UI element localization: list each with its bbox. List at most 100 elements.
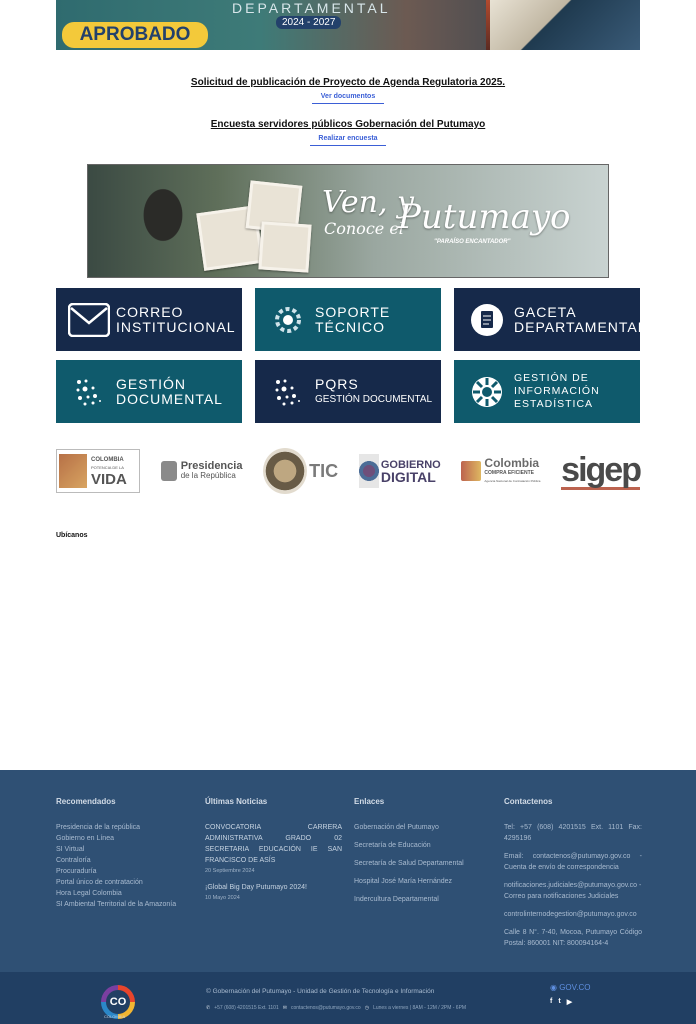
tile-label: SOPORTE <box>315 303 391 320</box>
pqrs-tile[interactable]: PQRS GESTIÓN DOCUMENTAL <box>255 360 441 423</box>
news-link[interactable]: CONVOCATORIA CARRERA ADMINISTRATIVA GRAD… <box>205 822 342 866</box>
footer-heading: Enlaces <box>354 797 385 806</box>
footer-link[interactable]: Secretaría de Salud Departamental <box>354 858 494 869</box>
tile-label: INSTITUCIONAL <box>116 318 236 335</box>
footer-enlaces: Enlaces Gobernación del Putumayo Secreta… <box>354 797 494 912</box>
colombia-compra-eficiente-logo[interactable]: Colombia COMPRA EFICIENTE Agencia Nacion… <box>461 449 540 493</box>
sun-icon <box>466 371 508 413</box>
logo-text: Agencia Nacional de Contratación Pública <box>484 479 541 483</box>
tile-label: INFORMACIÓN <box>514 385 600 397</box>
footer-link[interactable]: Hospital José María Hernández <box>354 876 494 887</box>
footer-heading: Contactenos <box>504 797 553 806</box>
footer-heading: Últimas Noticias <box>205 797 268 806</box>
encuesta-link[interactable]: Encuesta servidores públicos Gobernación… <box>0 119 696 130</box>
soporte-tecnico-tile[interactable]: SOPORTE TÉCNICO <box>255 288 441 351</box>
logo-text: Presidencia <box>180 460 243 472</box>
footer-link[interactable]: Gobierno en Línea <box>56 833 196 844</box>
footer-link[interactable]: SI Ambiental Territorial de la Amazonía <box>56 899 196 910</box>
footer-noticias: Últimas Noticias CONVOCATORIA CARRERA AD… <box>205 797 342 909</box>
informacion-estadistica-tile[interactable]: GESTIÓN DE INFORMACIÓN ESTADÍSTICA <box>454 360 640 423</box>
contact-control-email[interactable]: controlinternodegestion@putumayo.gov.co <box>504 909 642 920</box>
gestion-documental-tile[interactable]: GESTIÓN DOCUMENTAL <box>56 360 242 423</box>
gear-icon <box>267 299 309 341</box>
social-links: f t ▶ <box>550 998 572 1006</box>
footer-link[interactable]: Presidencia de la república <box>56 822 196 833</box>
tile-label: GESTIÓN <box>116 375 187 392</box>
contact-email[interactable]: Email: contactenos@putumayo.gov.co - Cue… <box>504 851 642 873</box>
contact-address: Calle 8 N°. 7-40, Mocoa, Putumayo Código… <box>504 929 642 947</box>
document-icon <box>466 299 508 341</box>
putumayo-banner[interactable]: Ven, y Conoce el Putumayo "PARAÍSO ENCAN… <box>87 164 609 278</box>
footer-link[interactable]: Contraloría <box>56 855 196 866</box>
footer-link[interactable]: SI Virtual <box>56 844 196 855</box>
bottom-email[interactable]: contactenos@putumayo.gov.co <box>291 1005 361 1011</box>
correo-institucional-tile[interactable]: CORREO INSTITUCIONAL <box>56 288 242 351</box>
ubicanos-heading: Ubícanos <box>56 532 88 539</box>
logo-text: COMPRA EFICIENTE <box>484 470 534 476</box>
govco-text: GOV.CO <box>559 983 591 992</box>
partner-logos: COLOMBIA POTENCIA DE LA VIDA Presidencia… <box>56 446 642 496</box>
banner-putumayo: Putumayo <box>398 197 571 237</box>
news-link[interactable]: ¡Global Big Day Putumayo 2024! <box>205 882 342 893</box>
dots-icon <box>267 371 309 413</box>
banner-tagline: "PARAÍSO ENCANTADOR" <box>434 239 511 245</box>
presidencia-logo[interactable]: Presidencia de la República <box>160 449 243 493</box>
ver-documentos-button[interactable]: Ver documentos <box>312 93 384 104</box>
tile-label: CORREO <box>116 303 184 320</box>
mail-icon <box>68 299 110 341</box>
co-logo-text: CO <box>106 990 130 1014</box>
tile-label: DEPARTAMENTAL <box>514 318 647 335</box>
logo-text: TIC <box>309 460 339 481</box>
mintic-logo[interactable]: TIC <box>263 448 339 494</box>
logo-text: DIGITAL <box>380 469 436 485</box>
mail-icon: ✉ <box>282 1005 287 1011</box>
agenda-regulatoria-link[interactable]: Solicitud de publicación de Proyecto de … <box>0 77 696 88</box>
tile-label: DOCUMENTAL <box>116 390 223 407</box>
clock-icon: ◷ <box>364 1005 370 1011</box>
page: DEPARTAMENTAL 2024 - 2027 APROBADO Solic… <box>0 0 696 1024</box>
govco-icon: ◉ <box>550 983 560 992</box>
govco-link[interactable]: ◉ GOV.CO <box>550 983 590 992</box>
gaceta-departamental-tile[interactable]: GACETA DEPARTAMENTAL <box>454 288 646 351</box>
contact-line: ✆ +57 (608) 4201515 Ext. 1101 ✉ contacte… <box>206 1005 466 1011</box>
colombia-potencia-vida-logo[interactable]: COLOMBIA POTENCIA DE LA VIDA <box>56 449 140 493</box>
tile-label: GESTIÓN DOCUMENTAL <box>315 393 433 405</box>
youtube-icon[interactable]: ▶ <box>567 998 572 1006</box>
sigep-logo[interactable]: sigep <box>561 449 642 493</box>
top-banner[interactable]: DEPARTAMENTAL 2024 - 2027 APROBADO <box>56 0 640 50</box>
tile-label: PQRS <box>315 375 359 392</box>
copyright-text: © Gobernación del Putumayo - Unidad de G… <box>206 988 435 995</box>
contact-phone: Tel: +57 (608) 4201515 Ext. 1101 Fax: 42… <box>504 824 642 842</box>
news-date: 10 Mayo 2024 <box>205 895 240 901</box>
footer-link[interactable]: Indercultura Departamental <box>354 894 494 905</box>
logo-text: sigep <box>561 450 642 490</box>
traveler-figure <box>118 175 208 275</box>
twitter-icon[interactable]: t <box>558 998 560 1006</box>
tile-label: GACETA <box>514 303 577 320</box>
footer-link[interactable]: Secretaría de Educación <box>354 840 494 851</box>
footer: Recomendados Presidencia de la república… <box>0 770 696 972</box>
logo-text: de la República <box>180 471 236 480</box>
bottom-hours: Lunes a viernes | 8AM - 12M / 2PM - 6PM <box>373 1005 467 1011</box>
dots-icon <box>68 371 110 413</box>
logo-text: VIDA <box>91 470 127 488</box>
banner-graphic <box>490 0 640 50</box>
footer-link[interactable]: Procuraduría <box>56 866 196 877</box>
bottom-bar: CO COLOMBIA © Gobernación del Putumayo -… <box>0 972 696 1024</box>
tile-label: ESTADÍSTICA <box>514 398 594 410</box>
contact-judicial-email[interactable]: notificaciones.judiciales@putumayo.gov.c… <box>504 880 642 902</box>
footer-link[interactable]: Portal único de contratación <box>56 877 196 888</box>
facebook-icon[interactable]: f <box>550 998 552 1006</box>
banner-years: 2024 - 2027 <box>276 16 342 29</box>
co-logo-sub: COLOMBIA <box>104 1014 126 1019</box>
footer-contactenos: Contactenos Tel: +57 (608) 4201515 Ext. … <box>504 797 642 956</box>
realizar-encuesta-button[interactable]: Realizar encuesta <box>310 135 386 146</box>
gobierno-digital-logo[interactable]: GOBIERNO DIGITAL <box>358 449 441 493</box>
footer-recomendados: Recomendados Presidencia de la república… <box>56 797 196 910</box>
logo-text: COLOMBIA <box>91 456 124 463</box>
approved-badge: APROBADO <box>62 22 208 48</box>
footer-link[interactable]: Hora Legal Colombia <box>56 888 196 899</box>
logo-text: Colombia <box>484 456 540 470</box>
footer-link[interactable]: Gobernación del Putumayo <box>354 822 494 833</box>
bottom-phone: +57 (608) 4201515 Ext. 1101 <box>214 1005 279 1011</box>
